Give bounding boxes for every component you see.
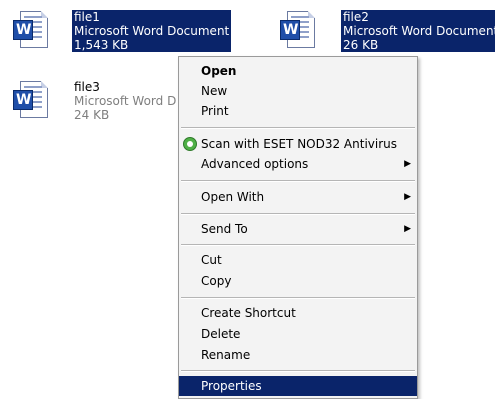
context-menu: Open New Print Scan with ESET NOD32 Anti… <box>178 56 418 399</box>
file-item-file2[interactable]: W file2 Microsoft Word Document 26 KB <box>277 10 495 58</box>
menu-item-send-to[interactable]: Send To ▶ <box>179 219 417 239</box>
menu-separator <box>181 213 415 215</box>
menu-item-cut[interactable]: Cut <box>179 250 417 270</box>
menu-item-print[interactable]: Print <box>179 101 417 121</box>
file-item-file3[interactable]: W file3 Microsoft Word D 24 KB <box>10 80 180 128</box>
file-type: Microsoft Word D <box>74 94 177 108</box>
word-document-icon: W <box>277 10 317 50</box>
file-name: file1 <box>74 10 100 24</box>
menu-item-create-shortcut[interactable]: Create Shortcut <box>179 303 417 323</box>
menu-item-open[interactable]: Open <box>179 61 417 81</box>
menu-separator <box>181 244 415 246</box>
menu-item-advanced-options[interactable]: Advanced options ▶ <box>179 154 417 174</box>
menu-item-properties[interactable]: Properties <box>179 376 417 396</box>
menu-item-label: Scan with ESET NOD32 Antivirus <box>201 137 398 151</box>
submenu-arrow-icon: ▶ <box>404 159 411 169</box>
file-name: file3 <box>74 80 100 94</box>
menu-item-label: Open With <box>201 190 265 204</box>
eset-antivirus-icon <box>183 137 197 151</box>
menu-separator <box>181 370 415 372</box>
menu-item-label: Send To <box>201 222 248 236</box>
file-name: file2 <box>343 10 369 24</box>
word-document-icon: W <box>10 80 50 120</box>
word-document-icon: W <box>10 10 50 50</box>
menu-separator <box>181 297 415 299</box>
menu-item-rename[interactable]: Rename <box>179 345 417 365</box>
menu-item-copy[interactable]: Copy <box>179 271 417 291</box>
file-size: 1,543 KB <box>74 38 129 52</box>
menu-item-delete[interactable]: Delete <box>179 324 417 344</box>
menu-separator <box>181 127 415 129</box>
submenu-arrow-icon: ▶ <box>404 224 411 234</box>
file-type: Microsoft Word Document <box>74 24 230 38</box>
submenu-arrow-icon: ▶ <box>404 192 411 202</box>
file-size: 24 KB <box>74 108 110 122</box>
file-type: Microsoft Word Document <box>343 24 495 38</box>
menu-item-label: Advanced options <box>201 157 309 171</box>
menu-item-new[interactable]: New <box>179 81 417 101</box>
menu-separator <box>181 180 415 182</box>
file-item-file1[interactable]: W file1 Microsoft Word Document 1,543 KB <box>10 10 240 58</box>
file-size: 26 KB <box>343 38 379 52</box>
menu-item-scan-eset[interactable]: Scan with ESET NOD32 Antivirus <box>179 134 417 154</box>
menu-item-open-with[interactable]: Open With ▶ <box>179 187 417 207</box>
